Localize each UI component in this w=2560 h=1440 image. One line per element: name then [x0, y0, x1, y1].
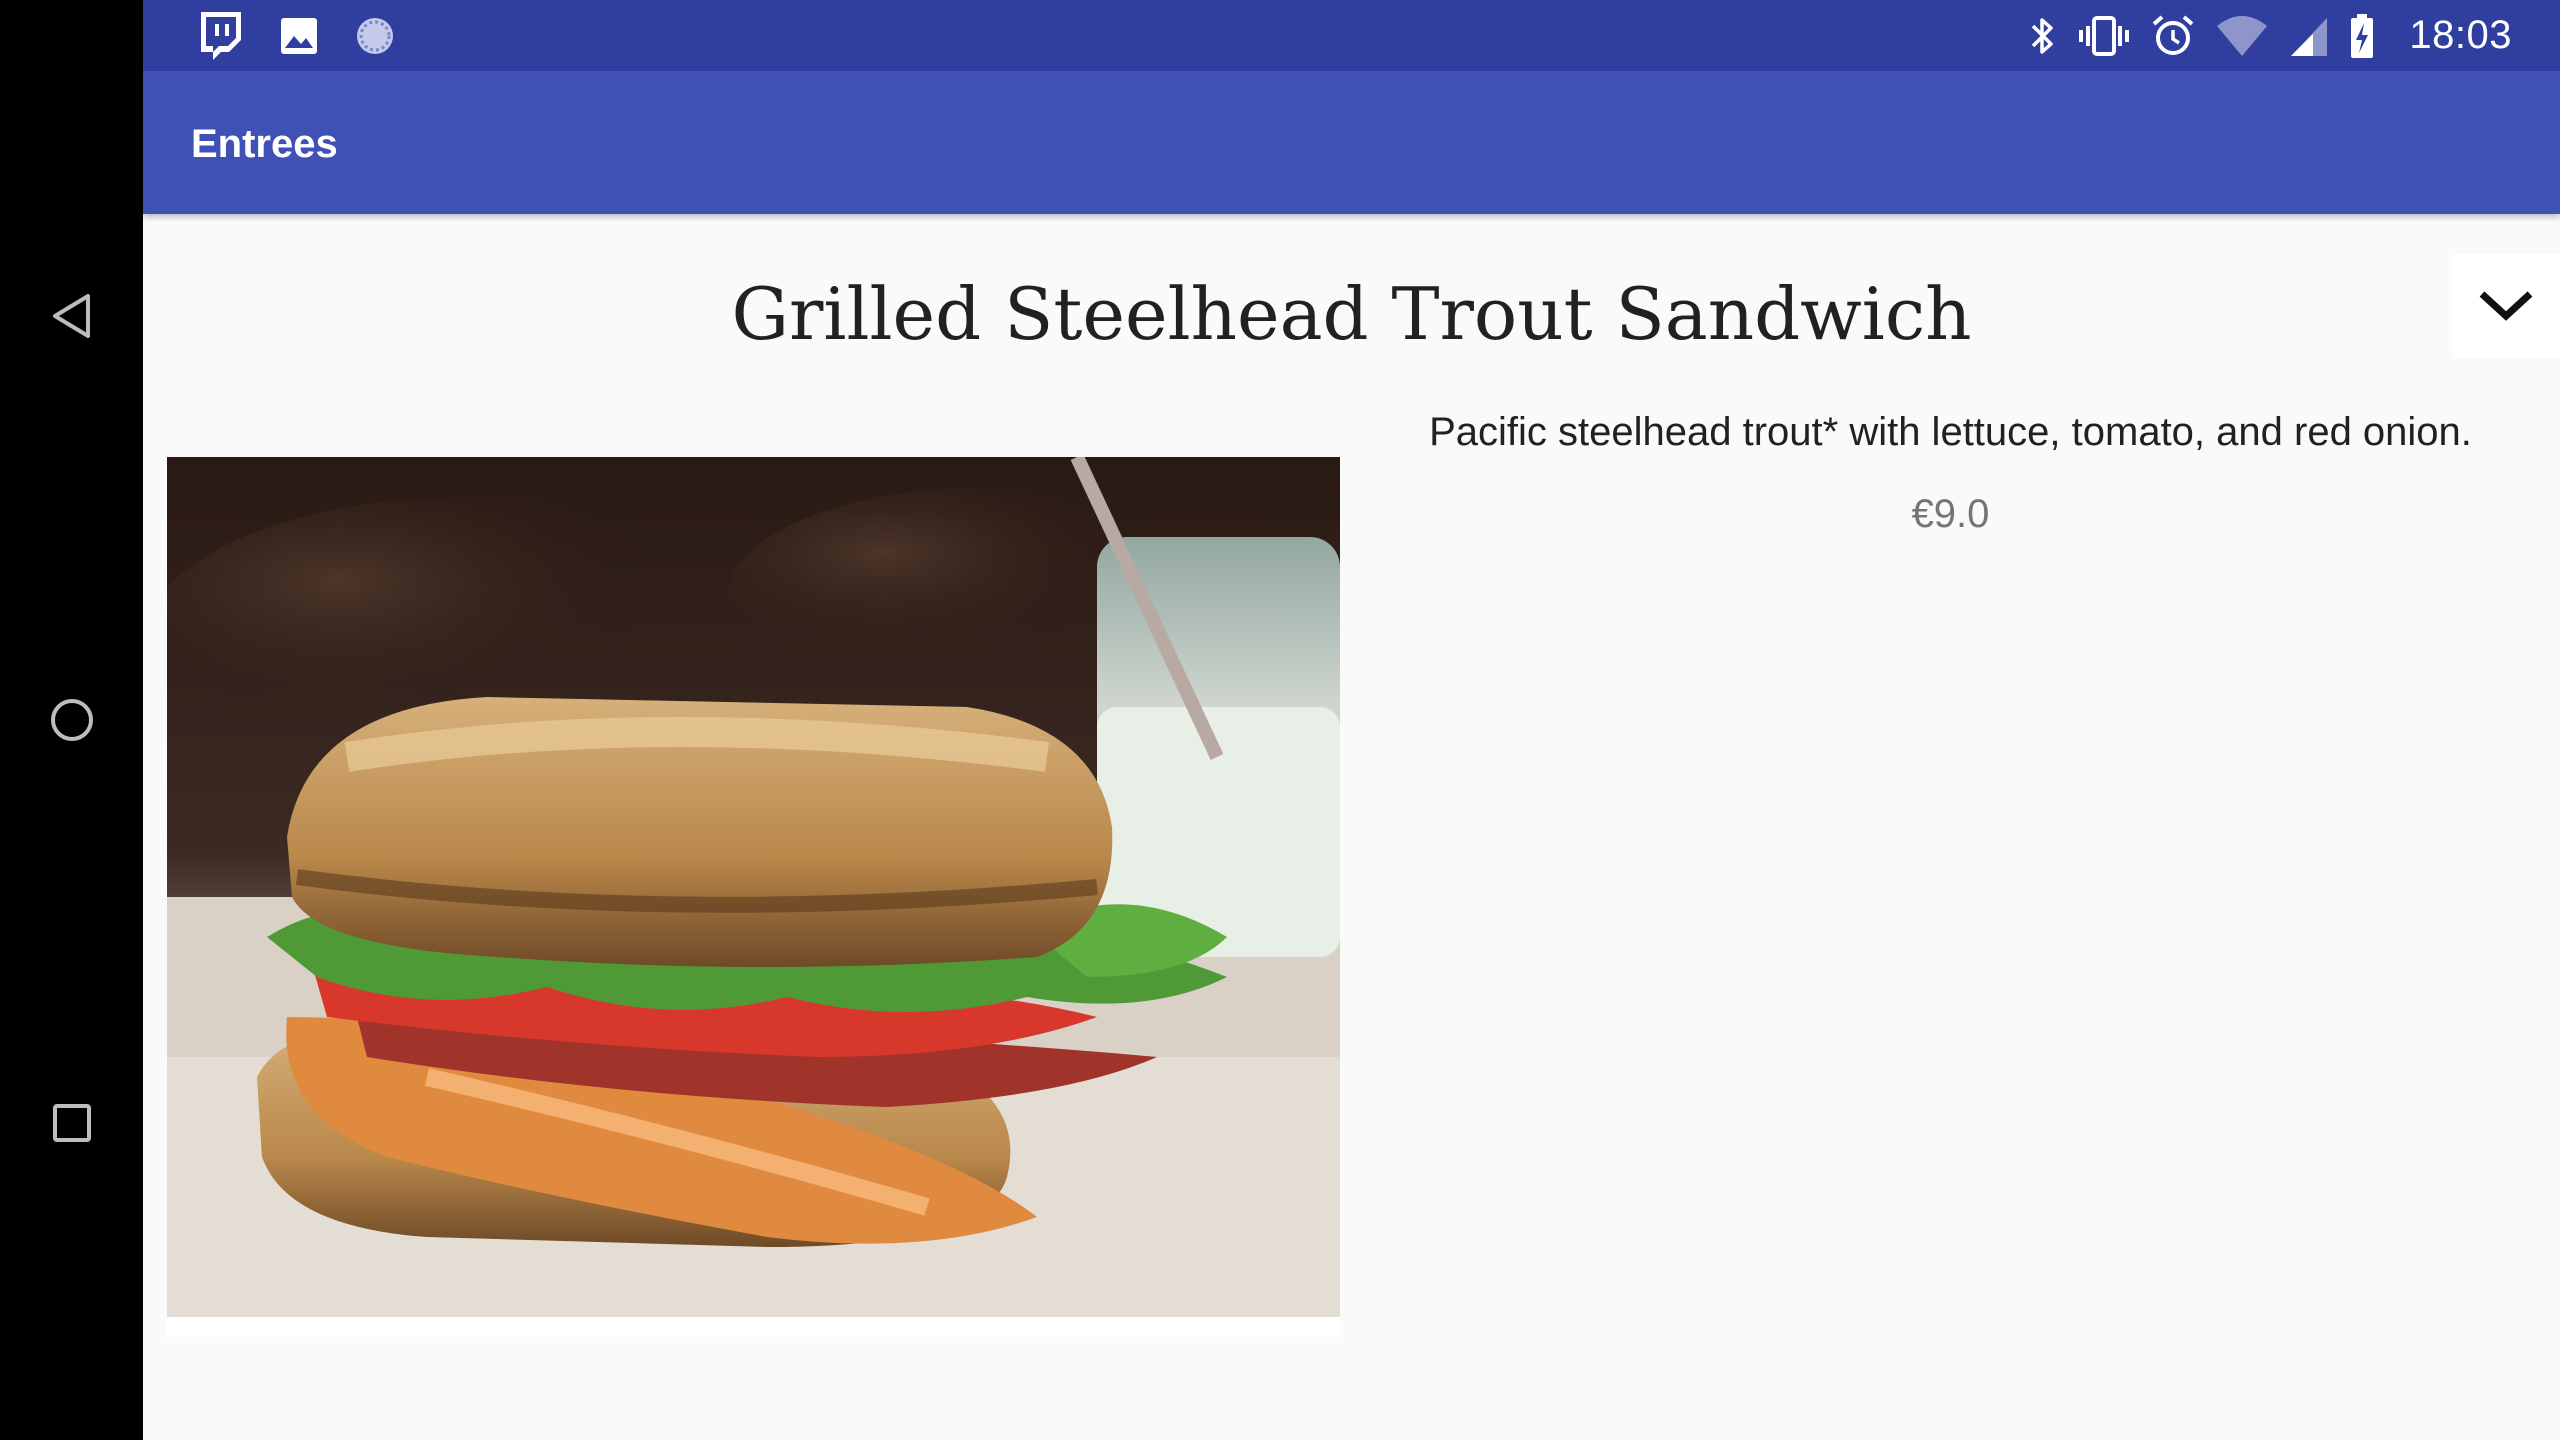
navigation-bar [0, 0, 143, 1440]
sync-icon [357, 17, 393, 54]
image-icon [281, 17, 317, 54]
bluetooth-icon [2032, 17, 2054, 54]
status-time: 18:03 [2409, 13, 2512, 57]
chevron-down-icon [2479, 291, 2533, 321]
sandwich-image [167, 457, 1340, 1337]
home-button[interactable] [0, 660, 143, 780]
status-bar: 18:03 [143, 0, 2560, 71]
back-button[interactable] [0, 256, 143, 376]
item-price: €9.0 [1911, 492, 1990, 536]
twitch-icon [201, 11, 241, 60]
item-detail: Grilled Steelhead Trout Sandwich Pacific… [143, 214, 2560, 1440]
recents-button[interactable] [0, 1063, 143, 1183]
battery-charging-icon [2351, 13, 2374, 58]
recents-icon [52, 1104, 91, 1142]
app-bar: Entrees [143, 71, 2560, 214]
wifi-icon [2217, 15, 2268, 56]
alarm-icon [2153, 14, 2194, 55]
signal-icon [2291, 17, 2328, 56]
item-title: Grilled Steelhead Trout Sandwich [731, 272, 1972, 356]
vibrate-icon [2079, 15, 2130, 56]
collapse-button[interactable] [2452, 254, 2560, 358]
item-photo [167, 457, 1340, 1337]
home-icon [50, 699, 93, 741]
app-bar-title: Entrees [191, 122, 338, 166]
back-icon [52, 294, 90, 338]
item-description: Pacific steelhead trout* with lettuce, t… [1429, 410, 2472, 454]
